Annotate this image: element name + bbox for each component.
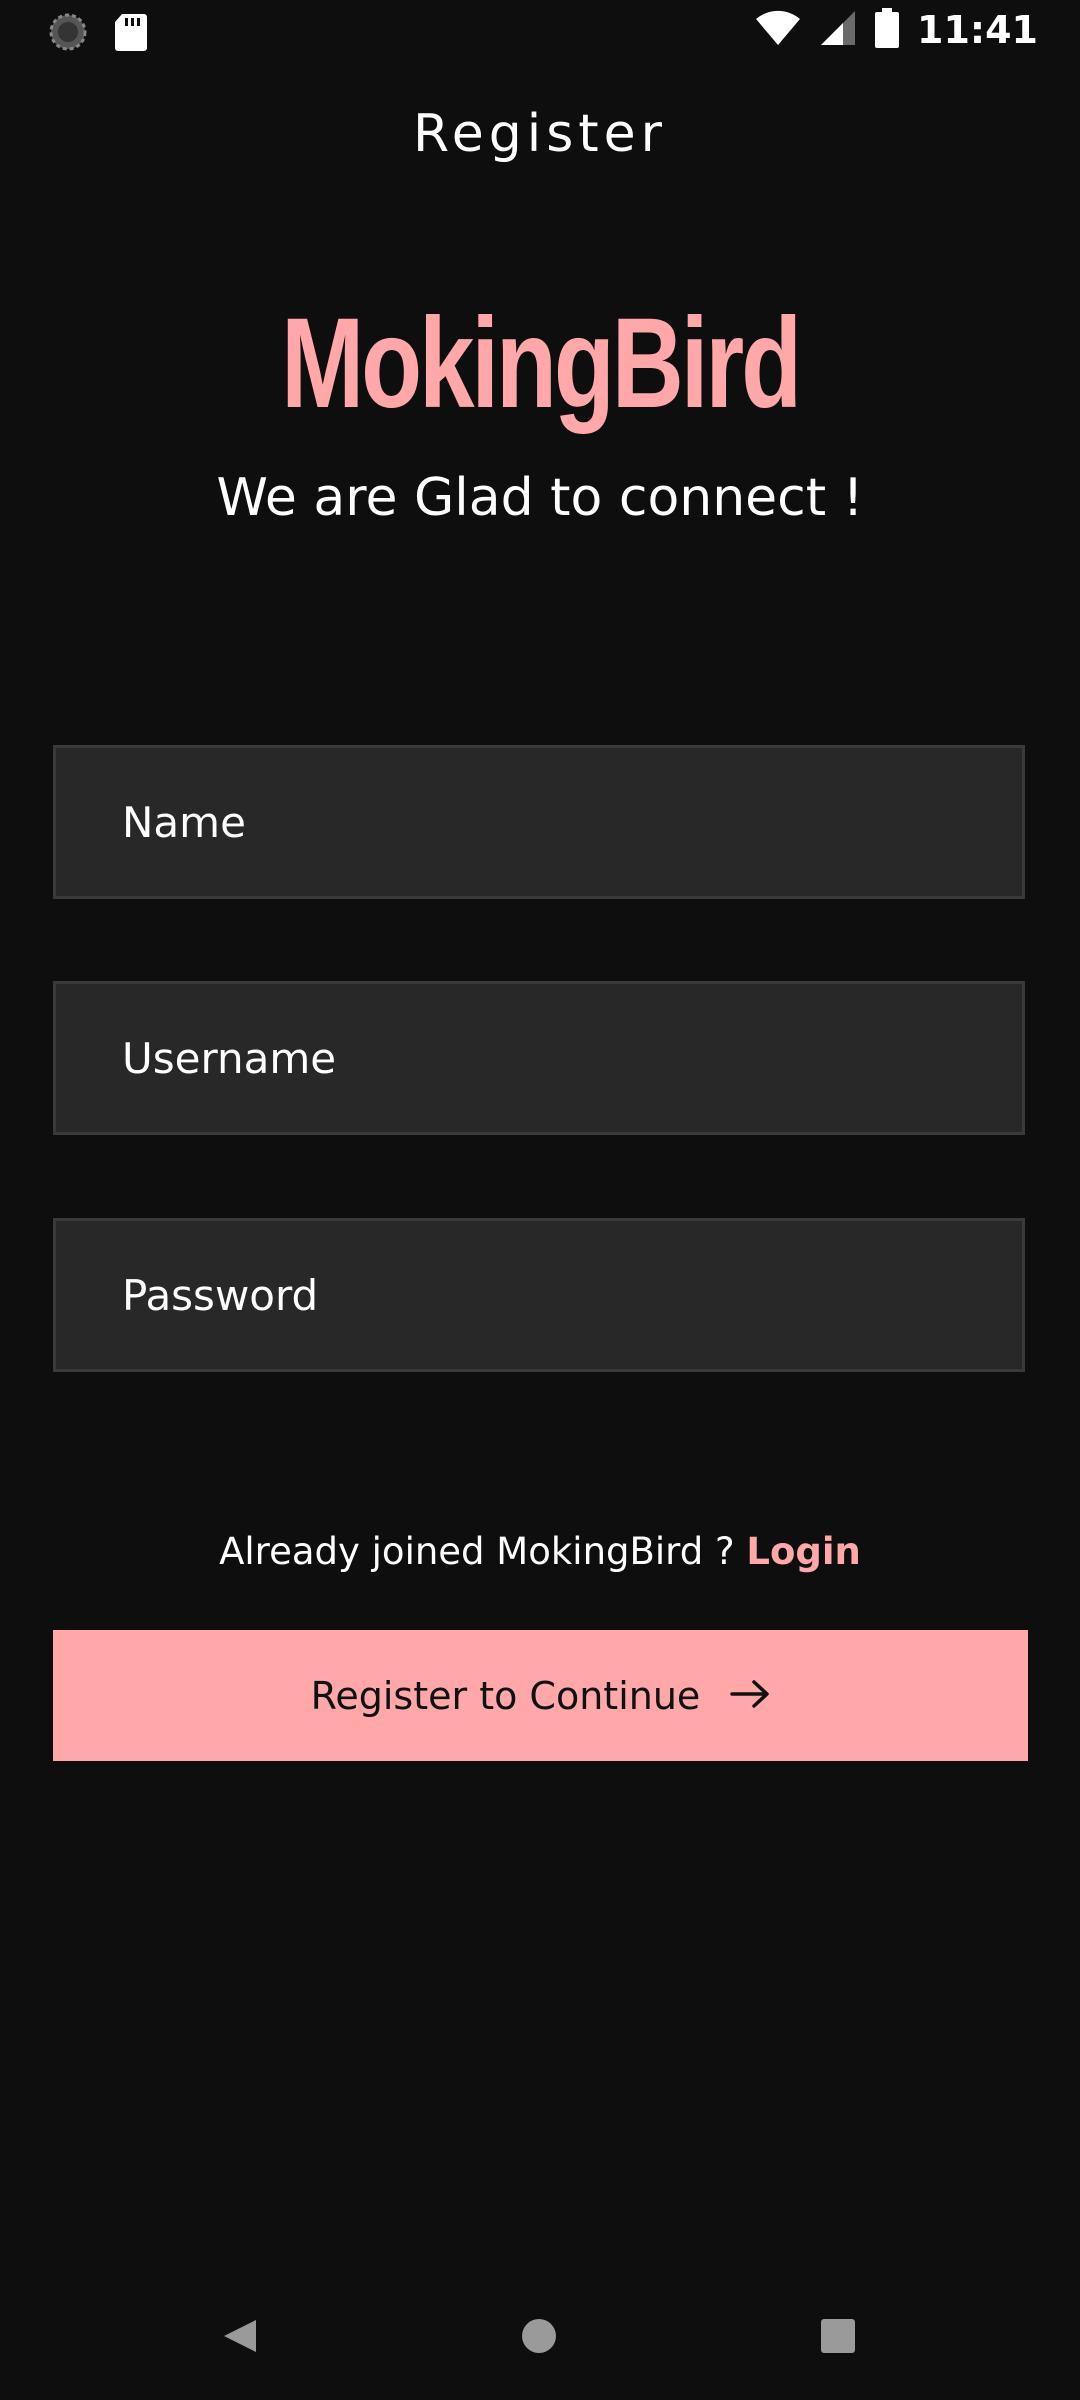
username-field — [53, 981, 1025, 1135]
password-input[interactable] — [56, 1221, 1022, 1369]
status-time: 11:41 — [917, 8, 1038, 52]
login-prompt: Already joined MokingBird ? Login — [0, 1530, 1080, 1573]
wifi-icon — [755, 9, 801, 51]
page-title: Register — [412, 104, 668, 164]
username-input[interactable] — [56, 984, 1022, 1132]
sd-card-icon — [114, 12, 148, 56]
register-button[interactable]: Register to Continue — [53, 1630, 1028, 1761]
arrow-right-icon — [730, 1674, 770, 1718]
signal-icon — [819, 9, 857, 51]
loading-icon — [48, 12, 88, 56]
status-right: 11:41 — [755, 8, 1038, 52]
register-button-label: Register to Continue — [310, 1673, 701, 1718]
status-bar: 11:41 — [0, 0, 1080, 64]
password-field — [53, 1218, 1025, 1372]
register-screen: 11:41 Register MokingBird We are Glad to… — [0, 0, 1080, 2400]
tagline: We are Glad to connect ! — [216, 468, 864, 528]
home-icon[interactable] — [521, 2318, 557, 2358]
login-link[interactable]: Login — [746, 1530, 861, 1573]
status-left — [48, 12, 148, 56]
name-field — [53, 745, 1025, 899]
navigation-bar — [0, 2280, 1080, 2390]
app-logo: MokingBird — [281, 292, 802, 435]
battery-icon — [875, 8, 900, 52]
recent-apps-icon[interactable] — [820, 2318, 856, 2358]
name-input[interactable] — [56, 748, 1022, 896]
back-icon[interactable] — [222, 2318, 258, 2358]
login-prompt-text: Already joined MokingBird ? — [219, 1530, 747, 1573]
